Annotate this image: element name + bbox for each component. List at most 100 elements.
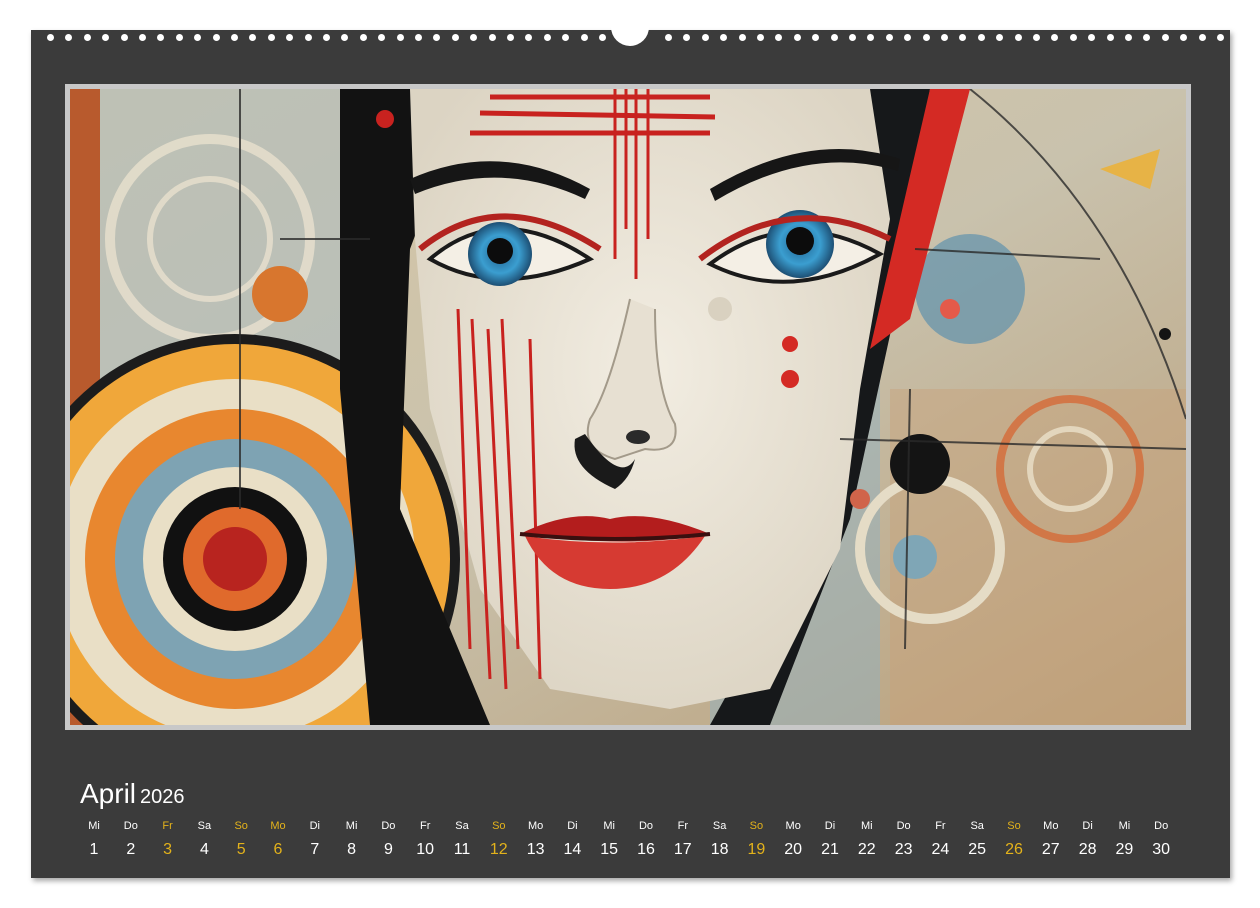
binding-hole	[194, 34, 202, 41]
weekday-label: Mi	[345, 820, 358, 832]
weekday-label: Mi	[1118, 820, 1131, 832]
day-cell: Do 2	[113, 818, 149, 859]
binding-hole	[1198, 34, 1206, 41]
day-number: 14	[563, 841, 582, 858]
day-cell: So 12	[481, 818, 517, 859]
binding-hole	[1088, 34, 1096, 41]
day-cell: Mi 22	[849, 818, 885, 859]
day-cell: Di 21	[812, 818, 848, 859]
binding-hole	[543, 34, 551, 41]
binding-hole	[775, 34, 783, 41]
day-cell: Sa 4	[186, 818, 222, 859]
day-number: 21	[821, 841, 839, 858]
day-number: 1	[89, 841, 99, 858]
artwork-frame	[65, 84, 1191, 730]
day-number: 24	[931, 841, 950, 858]
weekday-label: Mo	[785, 820, 801, 832]
day-cell: Mo 27	[1033, 818, 1069, 859]
weekday-label: Fr	[935, 820, 946, 832]
binding-hole	[830, 34, 838, 41]
binding-hole	[175, 34, 183, 41]
binding-hole	[65, 34, 73, 41]
day-number: 25	[968, 841, 987, 858]
binding-hole	[231, 34, 238, 41]
binding-hole	[1143, 34, 1151, 41]
binding-hole	[157, 34, 165, 41]
calendar-page: April 2026 Mi 1 Do 2 Fr 3 Sa 4 So 5 Mo 6 Di 7 Mi 8 Do 9 Fr 1…	[31, 26, 1230, 878]
day-cell: Di 7	[297, 818, 333, 859]
weekday-label: Di	[1082, 820, 1093, 832]
weekday-label: Mi	[860, 820, 873, 832]
day-cell: Mo 6	[260, 818, 296, 859]
binding-hole	[396, 34, 404, 41]
weekday-label: Do	[123, 820, 138, 832]
day-cell: Do 9	[370, 818, 406, 859]
day-number: 13	[526, 841, 545, 858]
binding-hole	[102, 34, 110, 41]
weekday-label: So	[234, 820, 248, 832]
weekday-label: Do	[381, 820, 396, 832]
binding-hole	[1180, 34, 1188, 41]
binding-hole	[1106, 34, 1114, 41]
binding-hole	[1014, 34, 1022, 41]
weekday-label: Fr	[162, 820, 173, 832]
weekday-label: Mo	[527, 820, 544, 832]
binding-hole	[1069, 34, 1077, 41]
weekday-label: Mo	[270, 820, 286, 832]
weekday-label: Di	[567, 820, 578, 832]
day-cell: Mo 13	[518, 818, 554, 859]
day-number: 5	[236, 841, 246, 858]
day-number: 26	[1005, 841, 1023, 858]
day-number: 6	[273, 841, 283, 858]
binding-hole	[525, 34, 533, 41]
year: 2026	[140, 786, 185, 808]
binding-hole	[1161, 34, 1169, 41]
day-number: 17	[673, 841, 692, 858]
binding-hole	[83, 34, 91, 41]
day-number: 30	[1152, 841, 1171, 858]
binding-hole	[922, 34, 930, 41]
binding-hole	[757, 34, 764, 41]
binding-hole	[720, 34, 728, 41]
weekday-label: Sa	[712, 820, 727, 832]
day-cell: Di 14	[554, 818, 590, 859]
day-cell: Sa 11	[444, 818, 480, 859]
binding-hole	[451, 34, 459, 41]
binding-hole	[267, 34, 275, 41]
binding-hole	[507, 34, 514, 41]
day-number: 27	[1041, 841, 1060, 858]
binding-hole	[488, 34, 496, 41]
day-cell: Sa 18	[702, 818, 738, 859]
day-cell: So 5	[223, 818, 259, 859]
weekday-label: Do	[1154, 820, 1169, 832]
binding-hole	[738, 34, 746, 41]
day-cell: Fr 17	[665, 818, 701, 859]
binding-hole	[1217, 34, 1224, 41]
day-number: 29	[1115, 841, 1134, 858]
binding-hole	[599, 34, 606, 41]
day-number: 7	[310, 841, 320, 858]
binding-hole	[249, 34, 257, 41]
day-cell: Sa 25	[959, 818, 995, 859]
day-number: 2	[126, 841, 136, 858]
binding-hole	[359, 34, 367, 41]
artwork-abstract-face	[70, 89, 1186, 725]
binding-hole	[47, 34, 54, 41]
binding-hole	[867, 34, 875, 41]
day-number: 8	[347, 841, 357, 858]
binding-hole	[304, 34, 312, 41]
binding-hole	[415, 34, 422, 41]
day-cell: Fr 10	[407, 818, 443, 859]
day-cell: Di 28	[1070, 818, 1106, 859]
binding-hole	[683, 34, 691, 41]
day-number: 23	[894, 841, 913, 858]
weekday-label: So	[1007, 820, 1021, 832]
weekday-label: Sa	[970, 820, 984, 832]
binding-hole	[996, 34, 1004, 41]
day-number: 18	[710, 841, 729, 858]
binding-hole	[665, 34, 672, 41]
day-number: 15	[600, 841, 619, 858]
binding-hole	[378, 34, 386, 41]
day-number: 11	[453, 841, 471, 858]
weekday-label: Sa	[197, 820, 212, 832]
